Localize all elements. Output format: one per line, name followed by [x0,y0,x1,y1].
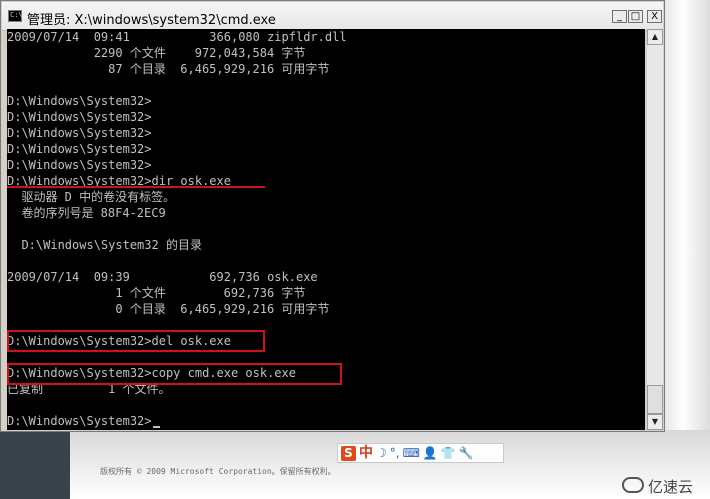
highlight-box-del [7,330,265,352]
minimize-button[interactable]: _ [612,10,627,23]
console-line: 2290 个文件 972,043,584 字节 [7,46,306,60]
punctuation-icon[interactable]: °, [390,444,400,462]
window-title: 管理员: X:\windows\system32\cmd.exe [27,13,276,28]
close-button[interactable]: X [647,10,662,23]
highlight-box-copy [7,363,342,385]
brand-text: 亿速云 [648,478,694,496]
console-line: D:\Windows\System32> [7,126,152,140]
console-line: 驱动器 D 中的卷没有标签。 [7,190,176,204]
user-icon[interactable]: 👤 [423,444,438,462]
console-line: 87 个目录 6,465,929,216 可用字节 [7,62,330,76]
console-line: 1 个文件 692,736 字节 [7,286,306,300]
skin-icon[interactable]: 👕 [441,444,456,462]
vertical-scrollbar[interactable]: ▲ ▼ [647,29,663,430]
console-line: D:\Windows\System32 的目录 [7,238,202,252]
background-side-panel [665,0,710,499]
console-line: D:\Windows\System32> [7,94,152,108]
title-bar[interactable]: C:\ 管理员: X:\windows\system32\cmd.exe _ □… [2,2,663,31]
ime-mode-toggle[interactable]: 中 [359,444,373,462]
ime-toolbar[interactable]: S 中 ☽ °, ⌨ 👤 👕 🔧 [337,443,504,463]
prompt-text: D:\Windows\System32> [7,414,152,428]
background-lower-panel [0,430,710,499]
console-line: D:\Windows\System32> [7,110,152,124]
brand-logo-icon [622,477,644,493]
cmd-window[interactable]: C:\ 管理员: X:\windows\system32\cmd.exe _ □… [0,0,665,432]
scroll-down-button[interactable]: ▼ [647,414,663,430]
console-line: 卷的序列号是 88F4-2EC9 [7,206,166,220]
copyright-text: 版权所有 © 2009 Microsoft Corporation。保留所有权利… [100,467,336,476]
text-cursor [152,426,160,428]
console-output[interactable]: 2009/07/14 09:41 366,080 zipfldr.dll 229… [7,29,645,430]
background-lower-left [0,430,70,499]
console-prompt[interactable]: D:\Windows\System32> [7,413,160,429]
sogou-logo-icon[interactable]: S [341,445,356,461]
keyboard-icon[interactable]: ⌨ [403,444,420,462]
console-line: D:\Windows\System32> [7,142,152,156]
console-line: D:\Windows\System32> [7,158,152,172]
console-line: 0 个目录 6,465,929,216 可用字节 [7,302,330,316]
scroll-up-button[interactable]: ▲ [647,29,663,45]
console-line: 2009/07/14 09:41 366,080 zipfldr.dll [7,30,347,44]
moon-icon[interactable]: ☽ [376,444,387,462]
scroll-thumb[interactable] [647,385,663,414]
console-line: 2009/07/14 09:39 692,736 osk.exe [7,270,318,284]
watermark-brand: 亿速云 [622,476,693,497]
settings-wrench-icon[interactable]: 🔧 [459,444,474,462]
cmd-icon[interactable]: C:\ [8,10,23,22]
maximize-button[interactable]: □ [628,10,643,23]
underline-dir-command [7,186,265,188]
